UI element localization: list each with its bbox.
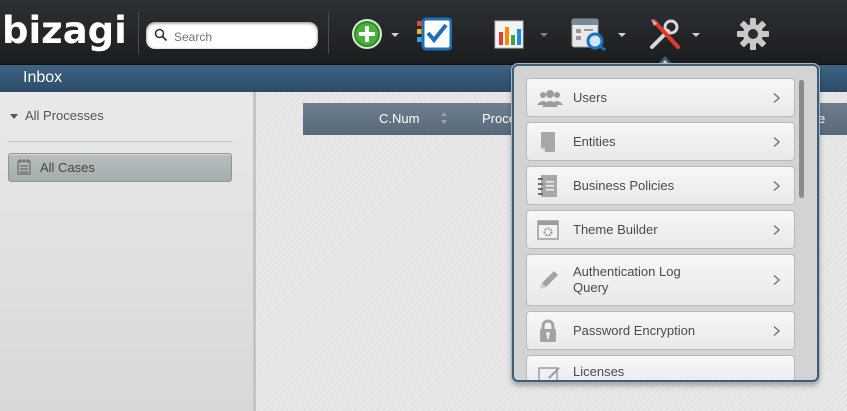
menu-item-users[interactable]: Users	[526, 78, 795, 117]
search-input[interactable]	[172, 26, 314, 47]
checklist-icon	[417, 17, 452, 51]
top-bar: bizagi	[0, 0, 847, 65]
theme-window-icon	[537, 219, 559, 240]
all-cases-label: All Cases	[40, 160, 95, 175]
menu-item-theme-builder[interactable]: Theme Builder	[526, 210, 795, 249]
users-icon	[537, 89, 563, 107]
policy-notebook-icon	[538, 174, 557, 197]
menu-scrollbar[interactable]	[799, 80, 804, 198]
gear-icon	[737, 18, 769, 50]
bar-chart-icon	[494, 20, 524, 49]
chevron-right-icon	[773, 325, 780, 336]
menu-item-label: Entities	[573, 133, 616, 149]
new-case-button[interactable]	[351, 17, 383, 51]
column-header-process[interactable]: Proce	[482, 111, 516, 126]
chevron-right-icon	[773, 224, 780, 235]
menu-item-label: Business Policies	[573, 177, 675, 193]
chevron-right-icon	[773, 136, 780, 147]
entity-icon	[541, 131, 555, 152]
chevron-right-icon	[773, 180, 780, 191]
queries-button[interactable]	[571, 17, 607, 51]
chevron-down-icon[interactable]	[692, 33, 700, 37]
menu-item-authentication-log-query[interactable]: Authentication Log Query	[526, 254, 795, 306]
admin-menu: Users Entities Business Policies Theme B…	[512, 64, 819, 382]
sort-icon[interactable]	[440, 111, 448, 125]
search-icon	[154, 28, 168, 42]
notepad-icon	[17, 159, 31, 175]
chevron-right-icon	[773, 274, 780, 286]
caret-down-icon	[10, 114, 18, 120]
column-header-partial[interactable]: e	[818, 111, 825, 126]
all-processes-toggle[interactable]: All Processes	[10, 108, 104, 123]
calendar-search-icon	[571, 18, 606, 51]
menu-item-label: Password Encryption	[573, 322, 696, 338]
menu-item-password-encryption[interactable]: Password Encryption	[526, 311, 795, 350]
all-cases-item[interactable]: All Cases	[8, 153, 232, 182]
menu-item-label: Authentication Log Query	[573, 264, 681, 295]
my-tasks-button[interactable]	[416, 17, 452, 51]
chevron-down-icon[interactable]	[540, 33, 548, 37]
license-icon	[538, 367, 560, 380]
pencil-icon	[540, 271, 558, 289]
plus-circle-icon	[352, 19, 382, 49]
menu-item-licenses[interactable]: Licenses	[526, 355, 795, 380]
menu-item-business-policies[interactable]: Business Policies	[526, 166, 795, 205]
menu-item-label: Theme Builder	[573, 221, 658, 237]
chevron-down-icon[interactable]	[391, 33, 399, 37]
admin-tools-button[interactable]	[648, 17, 682, 51]
tools-icon	[650, 19, 680, 49]
separator	[328, 12, 329, 54]
settings-button[interactable]	[736, 17, 770, 51]
column-header-cnum[interactable]: C.Num	[379, 111, 419, 126]
all-processes-label: All Processes	[25, 108, 104, 123]
lock-icon	[540, 319, 556, 342]
menu-item-label: Users	[573, 89, 607, 105]
chevron-down-icon[interactable]	[618, 33, 626, 37]
bizagi-logo[interactable]: bizagi	[2, 6, 127, 56]
separator	[138, 12, 139, 54]
left-panel: All Processes All Cases	[0, 92, 256, 411]
menu-item-label: Licenses	[573, 364, 625, 379]
chevron-right-icon	[773, 92, 780, 103]
inbox-title[interactable]: Inbox	[23, 69, 62, 87]
analysis-button[interactable]	[493, 17, 525, 51]
divider	[8, 141, 233, 142]
menu-item-entities[interactable]: Entities	[526, 122, 795, 161]
search-box[interactable]	[146, 22, 318, 49]
